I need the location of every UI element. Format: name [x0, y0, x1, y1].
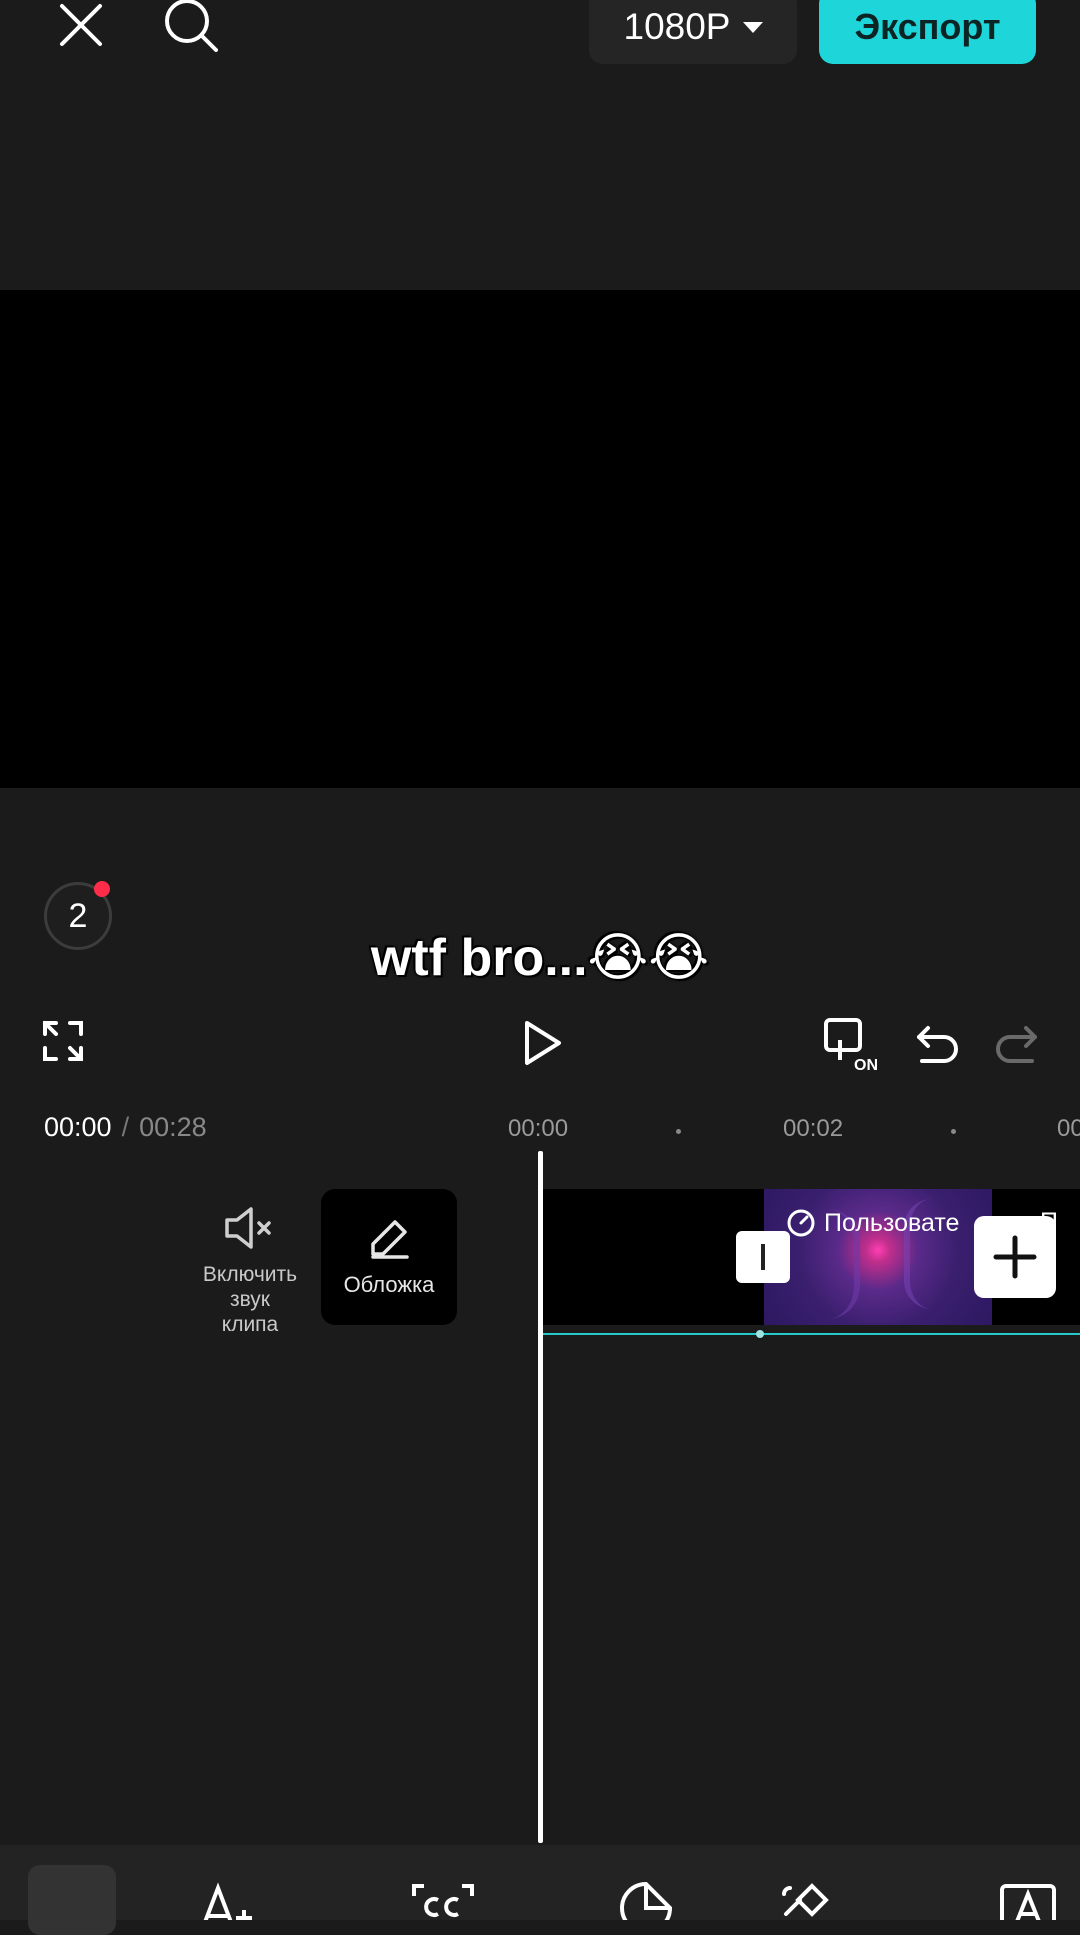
auto-captions-icon[interactable] [998, 1880, 1058, 1920]
export-button[interactable]: Экспорт [819, 0, 1036, 64]
ruler-dot [676, 1129, 681, 1134]
ruler-tick-label: 00 [1057, 1115, 1080, 1142]
playhead[interactable] [538, 1151, 543, 1843]
plus-icon [993, 1235, 1037, 1279]
total-time: 00:28 [139, 1112, 207, 1142]
ruler-dot [951, 1129, 956, 1134]
undo-icon[interactable] [912, 1018, 962, 1068]
keyframe-on-icon[interactable]: ON [822, 1016, 884, 1072]
current-time: 00:00 [44, 1112, 112, 1142]
ruler-tick-label: 00:00 [508, 1115, 569, 1142]
resolution-value: 1080P [623, 6, 731, 47]
toolbar-item-edit[interactable] [28, 1865, 116, 1935]
sticker-icon[interactable] [618, 1880, 674, 1920]
caret-down-icon [742, 21, 763, 33]
audio-line-node [756, 1330, 764, 1338]
svg-text:ON: ON [854, 1057, 878, 1072]
text-add-icon[interactable] [196, 1880, 266, 1920]
resolution-dropdown[interactable]: 1080P [589, 0, 797, 64]
mute-label-line: клипа [221, 1313, 279, 1336]
bottom-toolbar [0, 1845, 1080, 1920]
notification-dot [94, 881, 110, 897]
effects-icon[interactable] [776, 1880, 836, 1920]
captions-icon[interactable] [410, 1880, 476, 1920]
overlay-caption: wtf bro...😭😭 [370, 929, 710, 987]
redo-icon[interactable] [992, 1018, 1042, 1068]
enable-clip-audio-button[interactable]: Включить звук клипа [190, 1205, 310, 1337]
mute-label-line: Включить [202, 1263, 298, 1286]
speaker-muted-icon [225, 1207, 271, 1249]
play-icon[interactable] [518, 1017, 566, 1069]
cover-label: Обложка [343, 1272, 435, 1297]
ruler-tick-label: 00:02 [783, 1115, 844, 1142]
split-handle[interactable] [736, 1231, 790, 1283]
mute-label-line: звук [229, 1288, 270, 1311]
time-separator: / [121, 1112, 130, 1142]
time-readout: 00:00 / 00:28 [44, 1112, 207, 1143]
mute-label: Включить звук клипа [190, 1262, 310, 1337]
close-icon[interactable] [52, 0, 110, 54]
audio-line [541, 1333, 1080, 1335]
clip-label-text: Пользовате [824, 1208, 960, 1237]
pencil-icon [371, 1220, 409, 1259]
search-icon[interactable] [160, 0, 222, 56]
cover-button[interactable]: Обложка [321, 1189, 457, 1325]
fullscreen-icon[interactable] [40, 1018, 86, 1064]
speed-gauge-icon [787, 1209, 815, 1237]
clip-speed-label: Пользовате [786, 1208, 959, 1238]
add-clip-button[interactable] [974, 1216, 1056, 1298]
video-preview[interactable] [0, 290, 1080, 788]
